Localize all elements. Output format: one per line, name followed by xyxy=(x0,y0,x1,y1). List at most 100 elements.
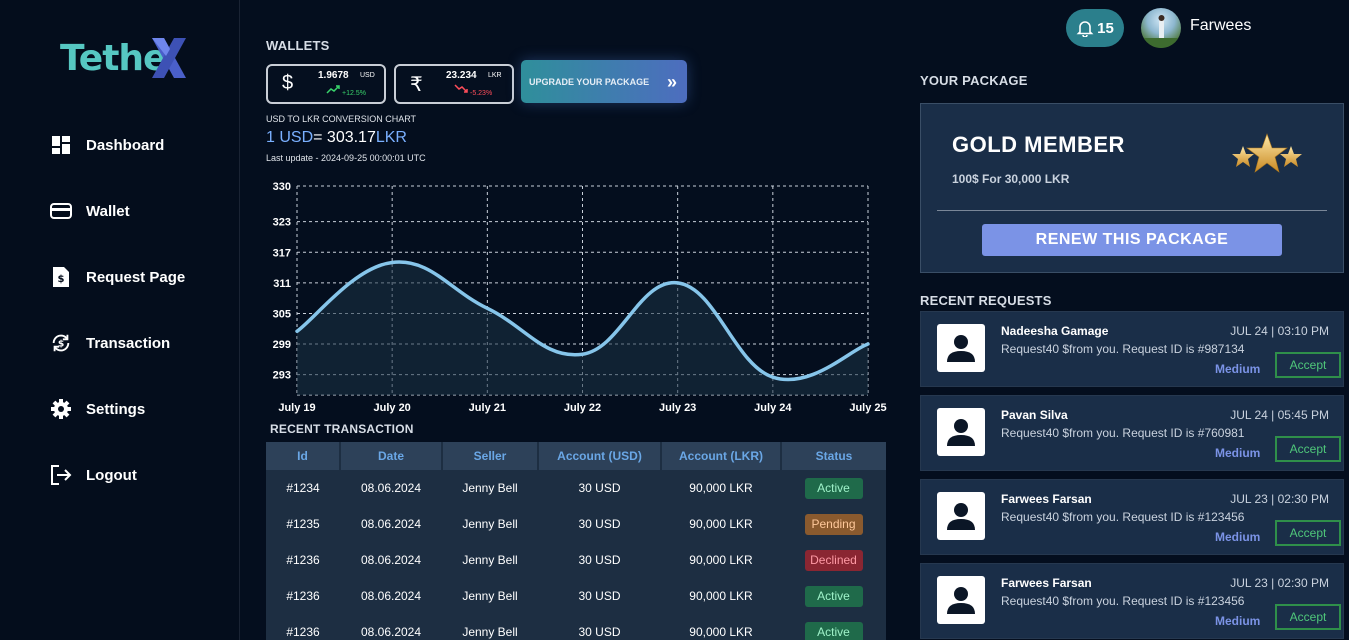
cell-lkr: 90,000 LKR xyxy=(661,506,781,542)
rupee-icon: ₹ xyxy=(410,74,423,96)
x-tick-label: July 20 xyxy=(374,402,411,414)
wallet-icon xyxy=(50,200,72,222)
sidebar-item-dashboard[interactable]: Dashboard xyxy=(50,133,164,157)
wallet-currency: LKR xyxy=(488,72,502,79)
package-name: GOLD MEMBER xyxy=(952,132,1125,157)
cell-id: #1236 xyxy=(266,542,340,578)
sidebar-item-settings[interactable]: Settings xyxy=(50,397,145,421)
wallet-change: -5.23% xyxy=(470,90,493,97)
column-header[interactable]: Account (USD) xyxy=(538,442,662,470)
request-card: Nadeesha Gamage JUL 24 | 03:10 PM Request4… xyxy=(920,311,1344,387)
accept-button[interactable]: Accept xyxy=(1275,520,1341,546)
request-page-icon: $ xyxy=(50,266,72,288)
column-header[interactable]: Date xyxy=(340,442,443,470)
usd-wallet-card[interactable]: $ 1.9678 USD +12.5% xyxy=(266,64,386,104)
cell-id: #1236 xyxy=(266,614,340,640)
cell-status: Active xyxy=(781,470,886,506)
sidebar-item-transaction[interactable]: $ Transaction xyxy=(50,331,170,355)
request-priority: Medium xyxy=(1215,530,1261,544)
cell-seller: Jenny Bell xyxy=(442,578,538,614)
cell-seller: Jenny Bell xyxy=(442,506,538,542)
user-name[interactable]: Farwees xyxy=(1190,17,1251,35)
x-tick-label: July 23 xyxy=(659,402,696,414)
sidebar-item-label: Dashboard xyxy=(86,136,165,154)
request-priority: Medium xyxy=(1215,446,1261,460)
cell-usd: 30 USD xyxy=(538,542,661,578)
cell-id: #1234 xyxy=(266,470,340,506)
accept-button[interactable]: Accept xyxy=(1275,604,1341,630)
sidebar-item-label: Transaction xyxy=(86,334,171,352)
column-header[interactable]: Id xyxy=(266,442,341,470)
notification-button[interactable]: 15 xyxy=(1066,9,1124,47)
cell-date: 08.06.2024 xyxy=(340,506,442,542)
request-card: Pavan Silva JUL 24 | 05:45 PM Request40 $f… xyxy=(920,395,1344,471)
upgrade-package-button[interactable]: UPGRADE YOUR PACKAGE » xyxy=(521,60,687,103)
cell-usd: 30 USD xyxy=(538,614,661,640)
y-tick-label: 323 xyxy=(273,217,291,229)
request-message: Request40 $from you. Request ID is #9871… xyxy=(1001,342,1245,356)
sidebar-item-logout[interactable]: Logout xyxy=(50,463,137,487)
cell-status: Pending xyxy=(781,506,886,542)
cell-lkr: 90,000 LKR xyxy=(661,470,781,506)
cell-date: 08.06.2024 xyxy=(340,470,442,506)
status-badge: Declined xyxy=(804,549,863,571)
trend-up-icon xyxy=(326,85,340,94)
x-tick-label: July 19 xyxy=(278,402,315,414)
status-badge: Active xyxy=(804,477,863,499)
sidebar-item-label: Wallet xyxy=(86,202,130,220)
y-tick-label: 299 xyxy=(273,339,291,351)
accept-button[interactable]: Accept xyxy=(1275,436,1341,462)
user-placeholder-icon xyxy=(937,408,985,456)
x-tick-label: July 24 xyxy=(754,402,792,414)
sidebar-item-label: Logout xyxy=(86,466,137,484)
cell-lkr: 90,000 LKR xyxy=(661,614,781,640)
sidebar-item-request-page[interactable]: $ Request Page xyxy=(50,265,185,289)
request-card: Farwees Farsan JUL 23 | 02:30 PM Request40… xyxy=(920,479,1344,555)
wallet-amount: 23.234 xyxy=(446,70,477,81)
svg-text:$: $ xyxy=(58,274,65,285)
column-header[interactable]: Seller xyxy=(442,442,539,470)
cell-lkr: 90,000 LKR xyxy=(661,578,781,614)
recent-transaction-title: RECENT TRANSACTION xyxy=(270,422,414,436)
column-header[interactable]: Account (LKR) xyxy=(661,442,782,470)
wallet-amount: 1.9678 xyxy=(318,70,349,81)
status-badge: Active xyxy=(804,585,863,607)
sidebar-item-label: Request Page xyxy=(86,268,186,286)
recent-requests-title: RECENT REQUESTS xyxy=(920,293,1052,308)
cell-usd: 30 USD xyxy=(538,506,661,542)
user-placeholder-icon xyxy=(937,492,985,540)
avatar-photo xyxy=(1141,15,1181,48)
sidebar-item-wallet[interactable]: Wallet xyxy=(50,199,130,223)
trend-down-icon xyxy=(454,84,468,93)
sidebar: Tethe Dashboard Wallet $ Request Page $ … xyxy=(0,0,240,640)
request-message: Request40 $from you. Request ID is #7609… xyxy=(1001,426,1245,440)
table-row[interactable]: #1234 08.06.2024 Jenny Bell 30 USD 90,000 LK… xyxy=(266,470,886,506)
column-header[interactable]: Status xyxy=(781,442,886,470)
y-tick-label: 311 xyxy=(273,278,291,290)
table-row[interactable]: #1236 08.06.2024 Jenny Bell 30 USD 90,000 LK… xyxy=(266,578,886,614)
gold-stars-icon xyxy=(1232,133,1302,173)
cell-lkr: 90,000 LKR xyxy=(661,542,781,578)
table-row[interactable]: #1236 08.06.2024 Jenny Bell 30 USD 90,000 LK… xyxy=(266,614,886,640)
double-chevron-right-icon: » xyxy=(666,72,677,92)
user-placeholder-icon xyxy=(937,576,985,624)
request-priority: Medium xyxy=(1215,614,1261,628)
conversion-rate: 1 USD= 303.17LKR xyxy=(266,129,407,147)
renew-package-button[interactable]: RENEW THIS PACKAGE xyxy=(982,224,1282,256)
table-row[interactable]: #1236 08.06.2024 Jenny Bell 30 USD 90,000 LK… xyxy=(266,542,886,578)
user-avatar[interactable] xyxy=(1141,8,1181,48)
lkr-wallet-card[interactable]: ₹ 23.234 LKR -5.23% xyxy=(394,64,514,104)
cell-seller: Jenny Bell xyxy=(442,542,538,578)
cell-date: 08.06.2024 xyxy=(340,542,442,578)
y-tick-label: 317 xyxy=(273,247,291,259)
x-tick-label: July 22 xyxy=(564,402,601,414)
package-divider xyxy=(937,210,1327,211)
conversion-title: USD TO LKR CONVERSION CHART xyxy=(266,114,417,124)
cell-seller: Jenny Bell xyxy=(442,470,538,506)
wallet-currency: USD xyxy=(360,72,375,79)
tethex-logo[interactable]: Tethe xyxy=(58,38,188,84)
conversion-chart: 330 323 317 311 305 299 293 July 19 July 20 July … xyxy=(273,181,887,414)
table-row[interactable]: #1235 08.06.2024 Jenny Bell 30 USD 90,000 LK… xyxy=(266,506,886,542)
request-time: JUL 23 | 02:30 PM xyxy=(1230,576,1329,590)
accept-button[interactable]: Accept xyxy=(1275,352,1341,378)
